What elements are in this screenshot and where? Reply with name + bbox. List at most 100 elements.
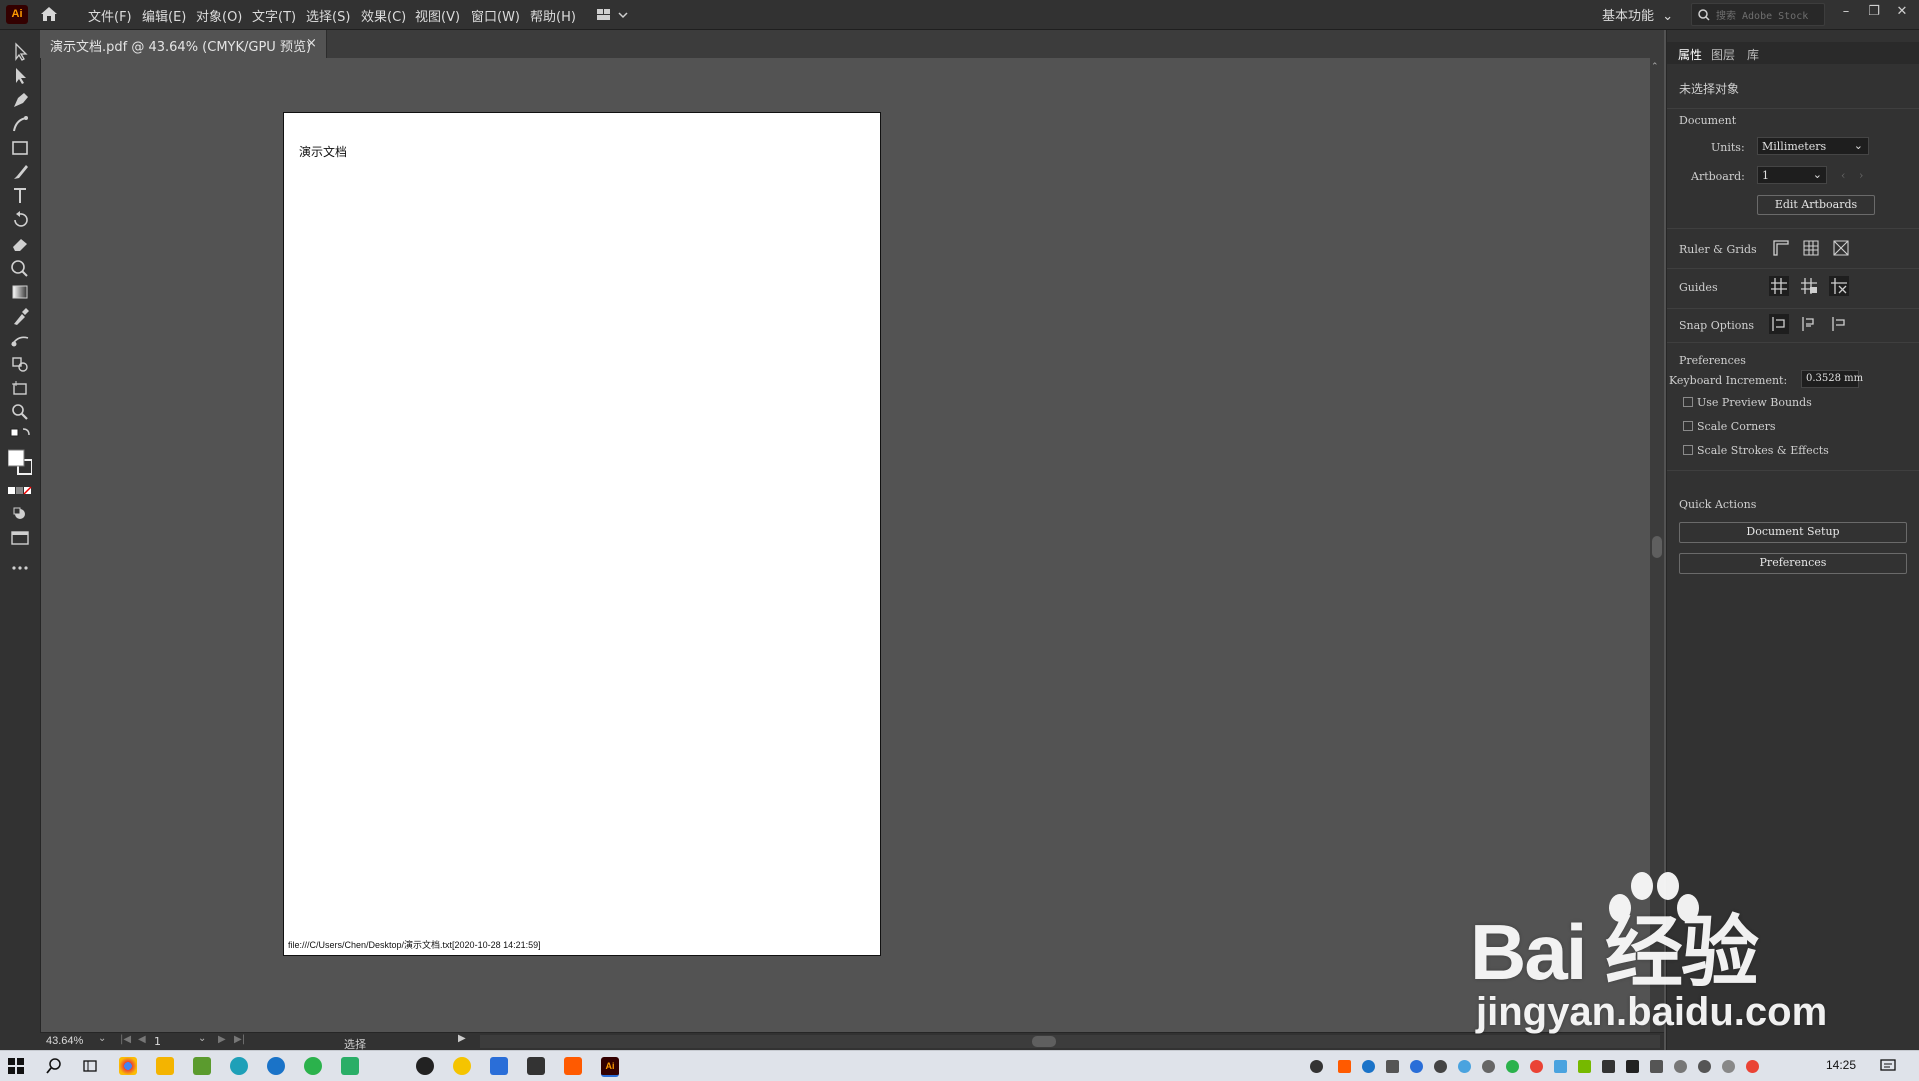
artboard-tool-icon[interactable]: [8, 378, 32, 398]
windows-start-icon[interactable]: [8, 1058, 24, 1074]
restore-button[interactable]: ❐: [1862, 2, 1886, 22]
tray-icon[interactable]: [1626, 1060, 1639, 1073]
tab-libraries[interactable]: 库: [1747, 46, 1759, 63]
fill-stroke-swatch-icon[interactable]: [8, 448, 32, 478]
chevron-down-icon[interactable]: ⌄: [198, 1033, 206, 1044]
volume-icon[interactable]: [1698, 1060, 1711, 1073]
scale-strokes-effects-checkbox[interactable]: [1683, 445, 1693, 455]
gradient-tool-icon[interactable]: [8, 282, 32, 302]
curvature-tool-icon[interactable]: [8, 114, 32, 134]
first-artboard-icon[interactable]: |◀: [120, 1034, 131, 1045]
eraser-tool-icon[interactable]: [8, 234, 32, 254]
tray-icon[interactable]: [1554, 1060, 1567, 1073]
snap-to-point-icon[interactable]: [1769, 314, 1789, 334]
input-method-icon[interactable]: [1722, 1060, 1735, 1073]
stock-search-input[interactable]: 搜索 Adobe Stock: [1691, 3, 1825, 26]
illustrator-taskbar-icon[interactable]: Ai: [601, 1057, 619, 1077]
direct-selection-tool-icon[interactable]: [8, 66, 32, 86]
color-mode-icon[interactable]: [8, 482, 32, 502]
close-icon[interactable]: ×: [306, 36, 317, 51]
units-dropdown[interactable]: Millimeters ⌄: [1757, 137, 1869, 155]
selection-tool-icon[interactable]: [8, 42, 32, 62]
illustrator-logo[interactable]: Ai: [6, 5, 28, 24]
menu-window[interactable]: 窗口(W): [471, 6, 520, 25]
menu-type[interactable]: 文字(T): [252, 6, 296, 25]
menu-effect[interactable]: 效果(C): [361, 6, 406, 25]
lock-guides-icon[interactable]: [1799, 276, 1819, 296]
pen-tool-icon[interactable]: [8, 90, 32, 110]
rulers-icon[interactable]: [1771, 238, 1791, 258]
menu-object[interactable]: 对象(O): [196, 6, 242, 25]
transparency-grid-icon[interactable]: [1831, 238, 1851, 258]
more-tools-icon[interactable]: [8, 558, 32, 578]
grid-icon[interactable]: [1801, 238, 1821, 258]
artboard-footer-text[interactable]: file:///C/Users/Chen/Desktop/演示文档.txt[20…: [288, 938, 541, 951]
file-explorer-icon[interactable]: [156, 1057, 174, 1075]
default-fill-stroke-icon[interactable]: [8, 426, 32, 446]
app-icon[interactable]: [453, 1057, 471, 1075]
todo-icon[interactable]: [490, 1057, 508, 1075]
eyedropper-tool-icon[interactable]: [8, 306, 32, 326]
menu-help[interactable]: 帮助(H): [530, 6, 576, 25]
workspace-switcher[interactable]: 基本功能 ⌄: [1602, 5, 1673, 24]
wechat-icon[interactable]: [341, 1057, 359, 1075]
zoom-level-field[interactable]: 43.64%: [46, 1035, 83, 1047]
menu-file[interactable]: 文件(F): [88, 6, 132, 25]
rectangle-tool-icon[interactable]: [8, 138, 32, 158]
use-preview-bounds-label[interactable]: Use Preview Bounds: [1697, 396, 1812, 409]
snap-to-glyph-icon[interactable]: [1829, 314, 1849, 334]
zoom-tool-icon[interactable]: [8, 402, 32, 422]
keyboard-increment-field[interactable]: 0.3528 mm: [1801, 370, 1863, 388]
status-menu-arrow-icon[interactable]: ▶: [458, 1033, 466, 1044]
arrange-documents-icon[interactable]: [595, 6, 635, 24]
close-button[interactable]: ✕: [1890, 2, 1914, 22]
tray-icon[interactable]: [1434, 1060, 1447, 1073]
nvidia-icon[interactable]: [1578, 1060, 1591, 1073]
battery-icon[interactable]: [1650, 1060, 1663, 1073]
preferences-button[interactable]: Preferences: [1679, 553, 1907, 574]
use-preview-bounds-checkbox[interactable]: [1683, 397, 1693, 407]
edit-artboards-button[interactable]: Edit Artboards: [1757, 195, 1875, 215]
scroll-up-icon[interactable]: ⌃: [1651, 62, 1659, 72]
menu-edit[interactable]: 编辑(E): [142, 6, 186, 25]
document-setup-button[interactable]: Document Setup: [1679, 522, 1907, 543]
scale-corners-checkbox[interactable]: [1683, 421, 1693, 431]
scale-strokes-effects-label[interactable]: Scale Strokes & Effects: [1697, 444, 1829, 457]
chevron-down-icon[interactable]: ⌄: [98, 1033, 106, 1044]
next-artboard-icon[interactable]: ▶: [218, 1034, 226, 1045]
app-icon[interactable]: [230, 1057, 248, 1075]
type-tool-icon[interactable]: [8, 186, 32, 206]
tab-document[interactable]: 演示文档.pdf @ 43.64% (CMYK/GPU 预览) ×: [40, 30, 327, 58]
paintbrush-tool-icon[interactable]: [8, 162, 32, 182]
app-icon[interactable]: [527, 1057, 545, 1075]
clock[interactable]: 14:25: [1826, 1058, 1856, 1072]
wechat-work-icon[interactable]: [304, 1057, 322, 1075]
blend-tool-icon[interactable]: [8, 330, 32, 350]
tray-icon[interactable]: [1506, 1060, 1519, 1073]
chrome-icon[interactable]: [119, 1057, 137, 1075]
notification-icon[interactable]: [1880, 1059, 1896, 1073]
vertical-scroll-thumb[interactable]: [1652, 536, 1662, 558]
shape-builder-tool-icon[interactable]: [8, 258, 32, 278]
task-view-icon[interactable]: [82, 1058, 98, 1074]
tray-icon[interactable]: [1386, 1060, 1399, 1073]
cloud-icon[interactable]: [1482, 1060, 1495, 1073]
menu-select[interactable]: 选择(S): [306, 6, 350, 25]
draw-mode-icon[interactable]: [8, 504, 32, 524]
tray-icon[interactable]: [1410, 1060, 1423, 1073]
artboard-select[interactable]: 1 ⌄: [1757, 166, 1827, 184]
artboard-number-field[interactable]: 1: [154, 1035, 161, 1048]
last-artboard-icon[interactable]: ▶|: [234, 1034, 245, 1045]
snap-to-pixel-icon[interactable]: [1799, 314, 1819, 334]
previous-artboard-icon[interactable]: ◀: [138, 1034, 146, 1045]
previous-artboard-icon[interactable]: ‹: [1841, 169, 1845, 182]
android-icon[interactable]: [193, 1057, 211, 1075]
minimize-button[interactable]: –: [1834, 2, 1858, 22]
network-icon[interactable]: [1674, 1060, 1687, 1073]
tray-icon[interactable]: [1338, 1060, 1351, 1073]
rotate-tool-icon[interactable]: [8, 210, 32, 230]
security-icon[interactable]: [1602, 1060, 1615, 1073]
qq-icon[interactable]: [416, 1057, 434, 1075]
tray-icon[interactable]: [1530, 1060, 1543, 1073]
tab-properties[interactable]: 属性: [1678, 46, 1702, 63]
